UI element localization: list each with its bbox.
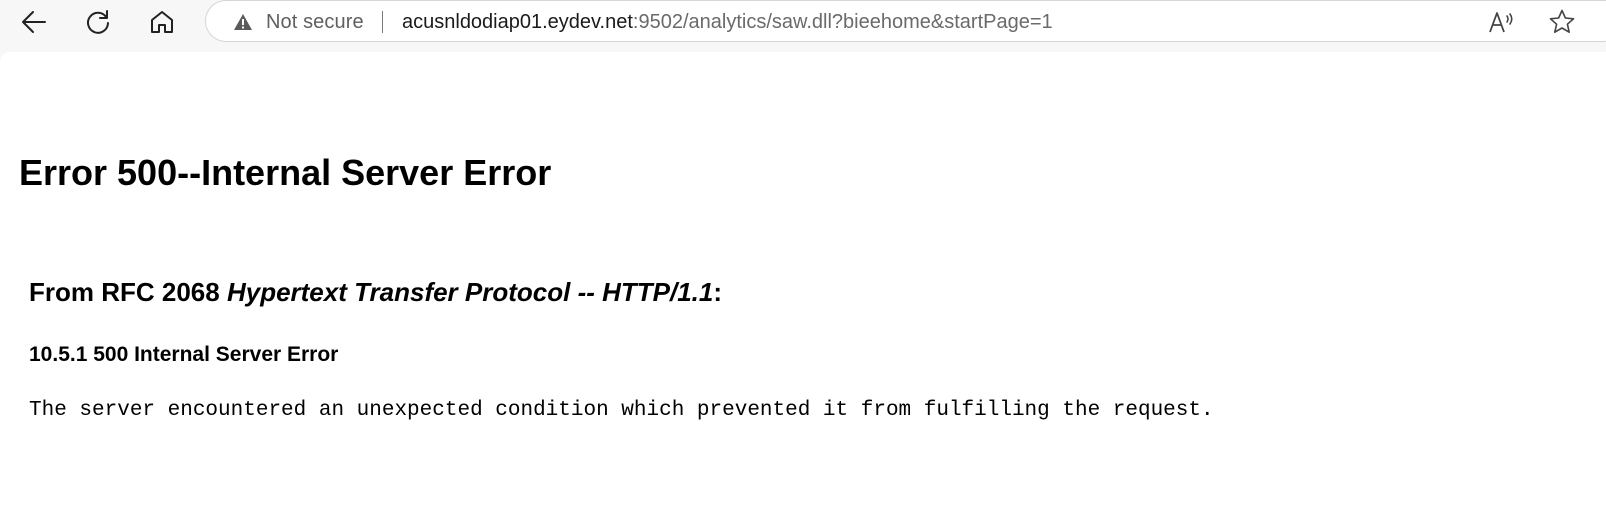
star-icon <box>1549 9 1575 33</box>
browser-toolbar: Not secure acusnldodiap01.eydev.net:9502… <box>0 0 1606 48</box>
url-host: acusnldodiap01.eydev.net <box>402 11 633 33</box>
page-content: Error 500--Internal Server Error From RF… <box>0 52 1606 516</box>
address-bar[interactable]: Not secure acusnldodiap01.eydev.net:9502… <box>205 0 1606 42</box>
error-description: The server encountered an unexpected con… <box>29 399 1214 422</box>
rfc-prefix: From RFC 2068 <box>29 277 227 307</box>
back-button[interactable] <box>16 4 52 40</box>
read-aloud-button[interactable] <box>1486 6 1518 38</box>
rfc-reference-heading: From RFC 2068 Hypertext Transfer Protoco… <box>29 277 722 308</box>
reload-button[interactable] <box>80 4 116 40</box>
not-secure-label: Not secure <box>266 10 364 33</box>
url-path: :9502/analytics/saw.dll?bieehome&startPa… <box>632 11 1053 33</box>
site-security-indicator[interactable]: Not secure <box>233 1 364 43</box>
error-title: Error 500--Internal Server Error <box>19 152 552 193</box>
warning-triangle-icon <box>234 14 252 30</box>
rfc-suffix: : <box>713 277 723 307</box>
home-icon <box>151 11 173 33</box>
back-arrow-icon <box>22 11 46 33</box>
address-divider <box>382 11 383 33</box>
rfc-title: Hypertext Transfer Protocol -- HTTP/1.1 <box>226 277 714 307</box>
read-aloud-icon <box>1489 12 1513 33</box>
section-heading: 10.5.1 500 Internal Server Error <box>29 343 339 366</box>
add-favorite-button[interactable] <box>1546 6 1578 38</box>
url-field[interactable]: acusnldodiap01.eydev.net:9502/analytics/… <box>402 1 1053 43</box>
home-button[interactable] <box>144 4 180 40</box>
reload-icon <box>87 10 109 34</box>
